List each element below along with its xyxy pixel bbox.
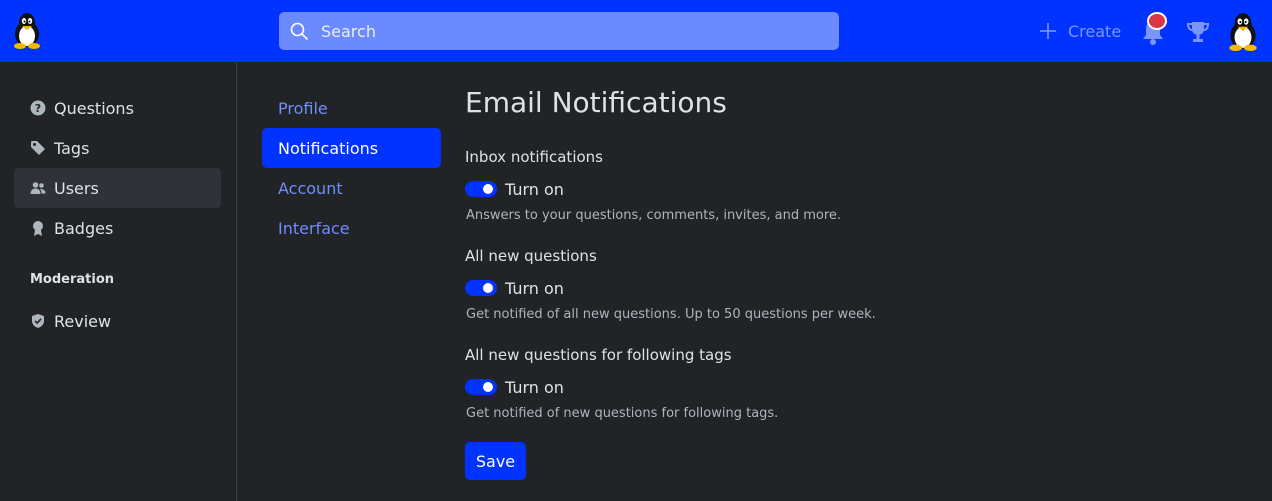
user-avatar[interactable] [1225,11,1261,51]
following-tags-help: Get notified of new questions for follow… [466,406,779,421]
svg-text:?: ? [35,102,41,115]
top-navbar: Create [0,0,1272,62]
all-new-questions-help: Get notified of all new questions. Up to… [466,307,876,322]
people-icon [30,182,46,194]
page-title: Email Notifications [465,86,727,119]
search-bar[interactable] [279,12,839,50]
inbox-notifications-label: Inbox notifications [465,148,603,166]
all-new-questions-toggle[interactable]: Turn on [465,277,564,299]
search-input[interactable] [321,12,821,50]
sidebar-item-questions[interactable]: ? Questions [14,88,221,128]
inbox-notifications-help: Answers to your questions, comments, inv… [466,208,842,223]
toggle-label: Turn on [505,278,564,298]
following-tags-toggle[interactable]: Turn on [465,376,564,398]
toggle-label: Turn on [505,377,564,397]
sidebar-item-label: Questions [54,98,134,118]
settings-nav-interface[interactable]: Interface [262,208,441,248]
moderation-heading: Moderation [30,272,115,287]
sidebar-item-badges[interactable]: Badges [14,208,221,248]
sidebar-item-tags[interactable]: Tags [14,128,221,168]
following-tags-label: All new questions for following tags [465,346,732,364]
search-icon [290,22,308,40]
all-new-questions-label: All new questions [465,247,597,265]
sidebar-item-users[interactable]: Users [14,168,221,208]
plus-icon [1040,23,1056,39]
toggle-switch[interactable] [465,379,497,395]
sidebar-item-label: Badges [54,218,114,238]
sidebar-item-label: Review [54,311,112,331]
inbox-notifications-toggle[interactable]: Turn on [465,178,564,200]
create-label: Create [1068,21,1122,41]
notification-dot [1147,12,1167,30]
create-button[interactable]: Create [1038,19,1121,43]
sidebar-item-label: Users [54,178,99,198]
sidebar-item-review[interactable]: Review [14,301,221,341]
toggle-switch[interactable] [465,181,497,197]
settings-nav-profile[interactable]: Profile [262,88,441,128]
trophy-icon[interactable] [1185,19,1211,45]
sidebar-item-label: Tags [54,138,90,158]
toggle-switch[interactable] [465,280,497,296]
tux-logo-icon[interactable] [10,11,44,49]
shield-check-icon [32,314,44,328]
tag-icon [31,141,45,155]
toggle-label: Turn on [505,179,564,199]
question-circle-icon: ? [30,100,46,116]
left-sidebar: ? Questions Tags Users Badges Moderation [0,62,237,501]
save-button[interactable]: Save [465,442,526,480]
award-icon [33,221,43,236]
settings-nav-notifications[interactable]: Notifications [262,128,441,168]
settings-nav-account[interactable]: Account [262,168,441,208]
